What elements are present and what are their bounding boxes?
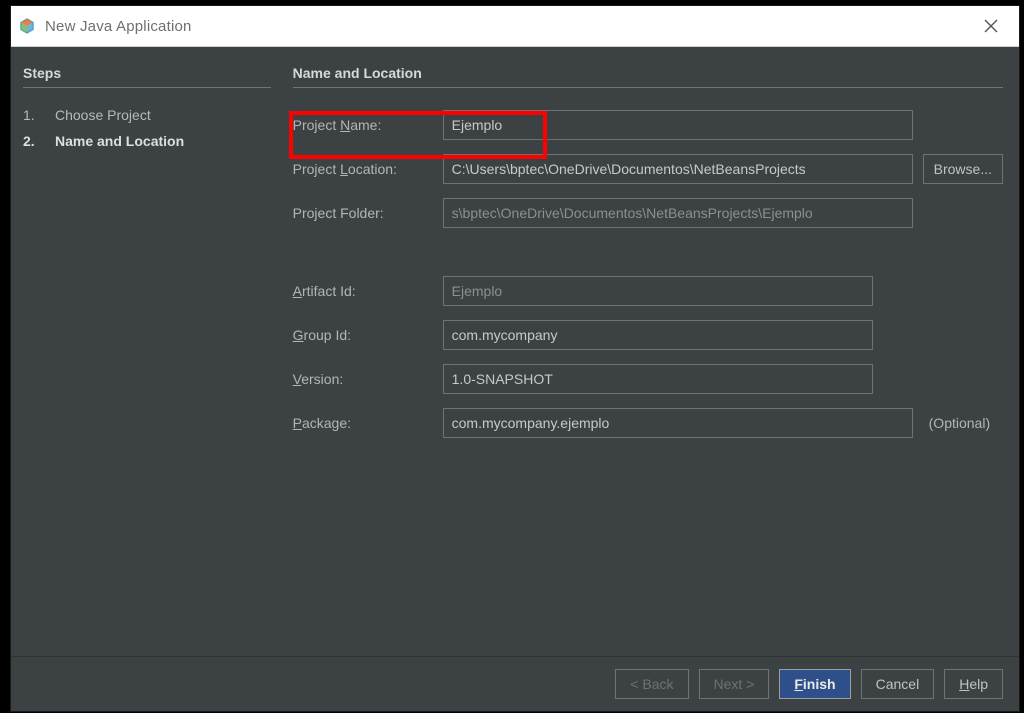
finish-button[interactable]: Finish bbox=[779, 669, 850, 699]
row-gap bbox=[293, 242, 1003, 262]
back-button: < Back bbox=[615, 669, 688, 699]
version-input[interactable] bbox=[443, 364, 873, 394]
steps-panel: Steps 1. Choose Project 2. Name and Loca… bbox=[11, 47, 281, 656]
titlebar: New Java Application bbox=[11, 6, 1019, 47]
package-label: Package: bbox=[293, 415, 433, 431]
group-id-label: Group Id: bbox=[293, 327, 433, 343]
window-title: New Java Application bbox=[45, 18, 971, 35]
optional-label: (Optional) bbox=[925, 415, 990, 431]
form-heading: Name and Location bbox=[293, 65, 1003, 88]
project-folder-label: Project Folder: bbox=[293, 205, 433, 221]
step-2: 2. Name and Location bbox=[23, 128, 271, 154]
step-1-label: Choose Project bbox=[55, 102, 151, 128]
group-id-input[interactable] bbox=[443, 320, 873, 350]
project-name-label: Project Name: bbox=[293, 117, 433, 133]
artifact-id-label: Artifact Id: bbox=[293, 283, 433, 299]
project-folder-input bbox=[443, 198, 913, 228]
project-name-input[interactable] bbox=[443, 110, 913, 140]
cancel-button[interactable]: Cancel bbox=[861, 669, 935, 699]
form-panel: Name and Location Project Name: Project … bbox=[281, 47, 1019, 656]
version-label: Version: bbox=[293, 371, 433, 387]
new-java-application-dialog: New Java Application Steps 1. Choose Pro… bbox=[10, 5, 1020, 712]
package-input[interactable] bbox=[443, 408, 913, 438]
close-icon bbox=[984, 19, 998, 33]
project-location-label: Project Location: bbox=[293, 161, 433, 177]
browse-button[interactable]: Browse... bbox=[923, 154, 1003, 184]
steps-heading: Steps bbox=[23, 65, 271, 88]
netbeans-icon bbox=[19, 18, 35, 34]
artifact-id-input bbox=[443, 276, 873, 306]
footer: < Back Next > Finish Cancel Help bbox=[11, 656, 1019, 711]
step-1: 1. Choose Project bbox=[23, 102, 271, 128]
next-button: Next > bbox=[699, 669, 770, 699]
step-2-label: Name and Location bbox=[55, 128, 184, 154]
help-button[interactable]: Help bbox=[944, 669, 1003, 699]
form-grid: Project Name: Project Location: Browse..… bbox=[293, 110, 1003, 438]
step-2-num: 2. bbox=[23, 128, 37, 154]
project-location-input[interactable] bbox=[443, 154, 913, 184]
dialog-body: Steps 1. Choose Project 2. Name and Loca… bbox=[11, 47, 1019, 656]
step-1-num: 1. bbox=[23, 102, 37, 128]
close-button[interactable] bbox=[971, 6, 1011, 46]
